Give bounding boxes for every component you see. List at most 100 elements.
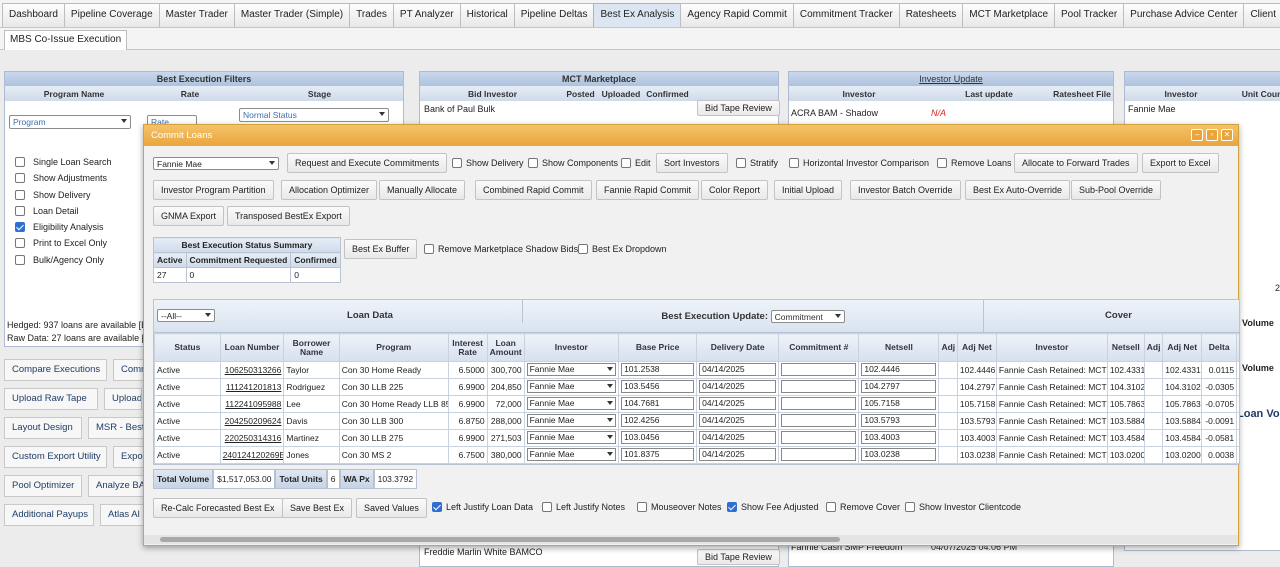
cell-commitment[interactable] (778, 395, 860, 413)
tab-pt-analyzer[interactable]: PT Analyzer (392, 3, 461, 27)
base-price-input[interactable]: 104.7681 (621, 396, 695, 410)
cell-netsell[interactable]: 103.0238 (858, 446, 940, 464)
gnma-export-button[interactable]: GNMA Export (153, 206, 225, 226)
netsell-input[interactable]: 104.2797 (861, 379, 937, 393)
netsell-input[interactable]: 103.5793 (861, 413, 937, 427)
checkbox-icon[interactable] (432, 502, 442, 512)
checkbox-icon[interactable] (15, 254, 25, 265)
investor-select[interactable]: Fannie Mae (526, 430, 617, 444)
dialog-title-bar[interactable]: Commit Loans (144, 125, 1238, 146)
col-adj[interactable]: Adj (1143, 333, 1164, 362)
cell-base-price[interactable]: 103.0456 (618, 429, 698, 447)
best-ex-buffer-button[interactable]: Best Ex Buffer (344, 239, 418, 259)
delivery-date-input[interactable]: 04/14/2025 (699, 413, 777, 427)
netsell-input[interactable]: 103.0238 (861, 447, 937, 461)
tab-master-trader-simple[interactable]: Master Trader (Simple) (233, 3, 351, 27)
col-program[interactable]: Program (338, 333, 449, 362)
commitment-input[interactable] (781, 396, 857, 410)
col-investor[interactable]: Investor (523, 333, 620, 362)
remove-shadow-bids-checkbox[interactable]: Remove Marketplace Shadow Bids (424, 244, 578, 254)
table-row[interactable]: Active 106250313266 Taylor Con 30 Home Read… (154, 361, 1239, 379)
cb-mouseover-notes[interactable]: Mouseover Notes (637, 502, 722, 512)
tab-historical[interactable]: Historical (459, 3, 515, 27)
cell-investor[interactable]: Fannie Mae (523, 395, 620, 413)
base-price-input[interactable]: 101.8375 (621, 447, 695, 461)
cell-commitment[interactable] (778, 429, 860, 447)
col-delivery-date[interactable]: Delivery Date (696, 333, 780, 362)
netsell-input[interactable]: 103.4003 (861, 430, 937, 444)
col-base-price[interactable]: Base Price (618, 333, 698, 362)
col-loan-amount[interactable]: Loan Amount (486, 333, 525, 362)
edit-checkbox[interactable]: Edit (621, 158, 651, 168)
option-single-loan-search[interactable]: Single Loan Search (15, 154, 112, 170)
close-icon[interactable]: ✕ (1221, 129, 1233, 141)
option-print-to-excel-only[interactable]: Print to Excel Only (15, 235, 112, 251)
commitment-input[interactable] (781, 413, 857, 427)
base-price-input[interactable]: 102.4256 (621, 413, 695, 427)
checkbox-icon[interactable] (15, 157, 25, 167)
minimize-icon[interactable]: – (1191, 129, 1203, 141)
investor-select[interactable]: Fannie Mae (153, 157, 279, 170)
netsell-input[interactable]: 105.7158 (861, 396, 937, 410)
col-loan-number[interactable]: Loan Number (219, 333, 285, 362)
cb-show-fee-adjusted[interactable]: Show Fee Adjusted (727, 502, 819, 512)
table-row[interactable]: Active 220250314316 Martinez Con 30 LLB 275… (154, 429, 1239, 447)
cell-delivery-date[interactable]: 04/14/2025 (696, 378, 780, 396)
cb-remove-cover[interactable]: Remove Cover (826, 502, 900, 512)
cell-delivery-date[interactable]: 04/14/2025 (696, 361, 780, 379)
cell-loan-number[interactable]: 204250209624 (219, 412, 285, 430)
cell-netsell[interactable]: 103.4003 (858, 429, 940, 447)
col-interest-rate[interactable]: Interest Rate (447, 333, 488, 362)
checkbox-icon[interactable] (15, 173, 25, 184)
col-investor[interactable]: Investor (995, 333, 1108, 362)
option-bulk-agency-only[interactable]: Bulk/Agency Only (15, 252, 112, 268)
scrollbar-thumb[interactable] (160, 537, 840, 542)
cell-investor[interactable]: Fannie Mae (523, 412, 620, 430)
tab-ratesheets[interactable]: Ratesheets (898, 3, 964, 27)
cell-delivery-date[interactable]: 04/14/2025 (696, 395, 780, 413)
saved-values-button[interactable]: Saved Values (356, 498, 427, 518)
col-borrower-name[interactable]: Borrower Name (283, 333, 340, 362)
investor-select[interactable]: Fannie Mae (526, 379, 617, 393)
investor-select[interactable]: Fannie Mae (526, 413, 617, 427)
tab-client[interactable]: Client (1243, 3, 1280, 27)
cell-investor[interactable]: Fannie Mae (523, 361, 620, 379)
bid-tape-review-button-2[interactable]: Bid Tape Review (697, 549, 780, 565)
cell-investor[interactable]: Fannie Mae (523, 429, 620, 447)
checkbox-icon[interactable] (15, 205, 25, 216)
sort-investors-button[interactable]: Sort Investors (656, 153, 728, 173)
option-loan-detail[interactable]: Loan Detail (15, 203, 112, 219)
col-adj[interactable]: Adj (938, 333, 958, 362)
cell-investor[interactable]: Fannie Mae (523, 378, 620, 396)
tab-master-trader[interactable]: Master Trader (158, 3, 235, 27)
investor-batch-override-button[interactable]: Investor Batch Override (850, 180, 961, 200)
tab-dashboard[interactable]: Dashboard (2, 3, 65, 27)
col-adj-net[interactable]: Adj Net (956, 333, 997, 362)
delivery-date-input[interactable]: 04/14/2025 (699, 396, 777, 410)
cell-delivery-date[interactable]: 04/14/2025 (696, 429, 780, 447)
cell-netsell[interactable]: 102.4446 (858, 361, 940, 379)
beu-select[interactable]: Commitment (770, 310, 845, 323)
cell-loan-number[interactable]: 240124120269B (219, 446, 285, 464)
delivery-date-input[interactable]: 04/14/2025 (699, 362, 777, 376)
tab-commitment-tracker[interactable]: Commitment Tracker (792, 3, 900, 27)
best-ex-dropdown-checkbox[interactable]: Best Ex Dropdown (578, 244, 667, 254)
checkbox-icon[interactable] (15, 222, 25, 233)
tab-purchase-advice-center[interactable]: Purchase Advice Center (1123, 3, 1245, 27)
save-best-ex-button[interactable]: Save Best Ex (282, 498, 353, 518)
cell-netsell[interactable]: 105.7158 (858, 395, 940, 413)
checkbox-icon[interactable] (826, 502, 836, 512)
col-adj-net[interactable]: Adj Net (1162, 333, 1203, 362)
delivery-date-input[interactable]: 04/14/2025 (699, 447, 777, 461)
best-ex-auto-override-button[interactable]: Best Ex Auto-Override (965, 180, 1071, 200)
fannie-rapid-commit-button[interactable]: Fannie Rapid Commit (596, 180, 700, 200)
recalc-forecasted-button[interactable]: Re-Calc Forecasted Best Ex (153, 498, 283, 518)
cell-investor[interactable]: Fannie Mae (523, 446, 620, 464)
manually-allocate-button[interactable]: Manually Allocate (379, 180, 466, 200)
cell-base-price[interactable]: 101.8375 (618, 446, 698, 464)
show-components-checkbox[interactable]: Show Components (528, 158, 618, 168)
table-row[interactable]: Active 240124120269B Jones Con 30 MS 2 6.750… (154, 446, 1239, 464)
tab-trades[interactable]: Trades (349, 3, 394, 27)
pool-optimizer-button[interactable]: Pool Optimizer (4, 475, 82, 497)
request-execute-commitments-button[interactable]: Request and Execute Commitments (287, 153, 448, 173)
